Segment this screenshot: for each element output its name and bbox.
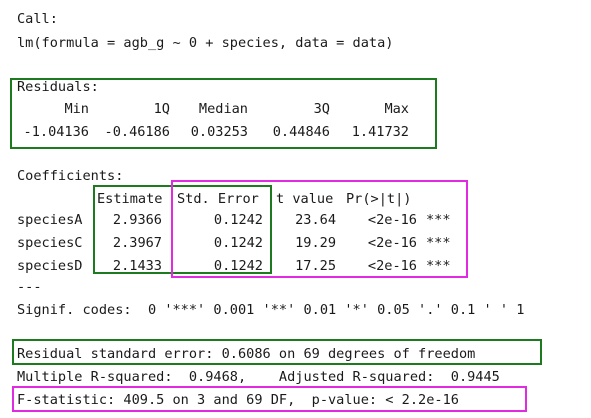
coef-estimate: 2.3967: [112, 235, 162, 251]
coef-significance-stars: ***: [426, 235, 451, 251]
f-statistic: F-statistic: 409.5 on 3 and 69 DF, p-val…: [17, 392, 459, 408]
separator-line: ---: [17, 279, 42, 295]
residual-value-min: -1.04136: [23, 124, 89, 140]
call-formula: lm(formula = agb_g ~ 0 + species, data =…: [17, 35, 394, 51]
coef-name: speciesC: [17, 235, 83, 251]
residual-label-median: Median: [198, 101, 248, 117]
coef-estimate: 2.9366: [112, 212, 162, 228]
coef-name: speciesD: [17, 258, 83, 274]
residual-standard-error: Residual standard error: 0.6086 on 69 de…: [17, 346, 476, 362]
column-t-value: t value: [276, 191, 334, 207]
coef-t-value: 17.25: [295, 258, 336, 274]
r-squared: Multiple R-squared: 0.9468, Adjusted R-s…: [17, 369, 500, 385]
residual-value-1q: -0.46186: [104, 124, 170, 140]
residual-value-median: 0.03253: [190, 124, 248, 140]
residual-label-3q: 3Q: [313, 101, 330, 117]
coef-p-value: <2e-16: [367, 258, 417, 274]
signif-codes: Signif. codes: 0 '***' 0.001 '**' 0.01 '…: [17, 302, 525, 318]
coef-significance-stars: ***: [426, 258, 451, 274]
coef-p-value: <2e-16: [367, 212, 417, 228]
coef-std-error: 0.1242: [213, 258, 263, 274]
coef-name: speciesA: [17, 212, 83, 228]
coef-std-error: 0.1242: [213, 212, 263, 228]
residual-label-min: Min: [64, 101, 89, 117]
coef-significance-stars: ***: [426, 212, 451, 228]
residual-label-max: Max: [384, 101, 409, 117]
column-p-value: Pr(>|t|): [346, 191, 412, 207]
residual-label-1q: 1Q: [153, 101, 170, 117]
residuals-heading: Residuals:: [17, 79, 99, 95]
coef-t-value: 19.29: [295, 235, 336, 251]
call-heading: Call:: [17, 11, 58, 27]
coef-estimate: 2.1433: [112, 258, 162, 274]
residual-value-max: 1.41732: [351, 124, 409, 140]
coef-std-error: 0.1242: [213, 235, 263, 251]
coef-t-value: 23.64: [295, 212, 336, 228]
residual-value-3q: 0.44846: [272, 124, 330, 140]
coef-p-value: <2e-16: [367, 235, 417, 251]
column-std-error: Std. Error: [177, 191, 259, 207]
coefficients-heading: Coefficients:: [17, 168, 124, 184]
column-estimate: Estimate: [97, 191, 163, 207]
